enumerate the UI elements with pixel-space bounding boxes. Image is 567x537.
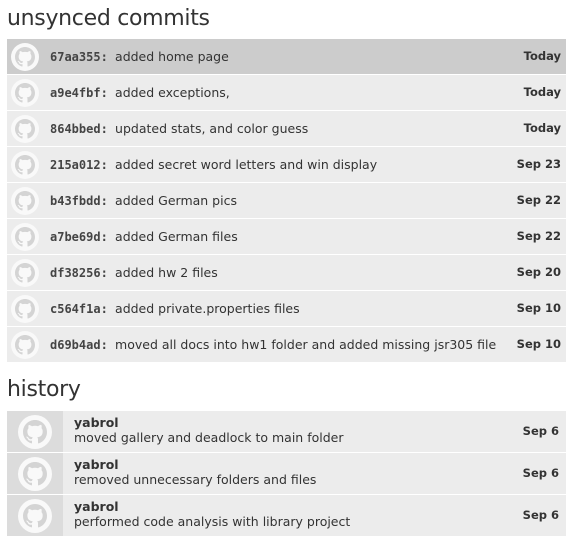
sha-separator: : [100,158,116,172]
avatar [7,453,63,494]
github-octocat-icon [18,456,52,491]
avatar [7,147,43,182]
unsynced-commit-row[interactable]: df38256: added hw 2 files Sep 20 [7,255,566,290]
avatar [7,255,43,290]
avatar [7,219,43,254]
commit-sha: c564f1a [50,302,101,316]
commit-message: updated stats, and color guess [115,121,309,136]
commit-summary: d69b4ad: moved all docs into hw1 folder … [50,337,566,352]
history-commit-text: yabrol moved gallery and deadlock to main… [63,411,344,452]
commit-message: added private.properties files [115,301,300,316]
history-heading: history [7,377,81,402]
commit-date: Sep 10 [516,337,561,351]
github-octocat-icon [11,42,39,71]
history-list: yabrol moved gallery and deadlock to main… [7,411,566,537]
commit-message: added secret word letters and win displa… [115,157,378,172]
commit-date: Today [523,85,561,99]
commit-date: Sep 22 [516,193,561,207]
commit-summary: 67aa355: added home page [50,49,566,64]
commit-date: Sep 6 [522,508,559,522]
github-octocat-icon [18,414,52,449]
sha-separator: : [100,302,116,316]
commit-date: Sep 20 [516,265,561,279]
unsynced-commit-row[interactable]: 864bbed: updated stats, and color guess T… [7,111,566,146]
commit-message: removed unnecessary folders and files [74,472,317,487]
avatar [7,39,43,74]
unsynced-commit-row[interactable]: 215a012: added secret word letters and w… [7,147,566,182]
commit-summary: 215a012: added secret word letters and w… [50,157,566,172]
commit-summary: a7be69d: added German files [50,229,566,244]
github-octocat-icon [18,498,52,533]
commit-sha: df38256 [50,266,101,280]
history-commit-row[interactable]: yabrol moved gallery and deadlock to main… [7,411,566,452]
github-octocat-icon [11,294,39,323]
unsynced-commits-list: 67aa355: added home page Today a9e4fbf: a… [7,39,566,363]
unsynced-commit-row[interactable]: a9e4fbf: added exceptions, Today [7,75,566,110]
commit-message: added German pics [115,193,237,208]
commit-sha: 215a012 [50,158,101,172]
commit-author: yabrol [74,457,119,472]
commit-message: added home page [115,49,229,64]
avatar [7,291,43,326]
commit-sha: b43fbdd [50,194,101,208]
commit-author: yabrol [74,415,119,430]
commit-message: moved all docs into hw1 folder and added… [115,337,497,352]
avatar [7,111,43,146]
sha-separator: : [100,338,116,352]
avatar [7,183,43,218]
commit-sha: a7be69d [50,230,101,244]
unsynced-commit-row[interactable]: 67aa355: added home page Today [7,39,566,74]
sha-separator: : [100,86,116,100]
commit-message: added hw 2 files [115,265,218,280]
unsynced-commit-row[interactable]: d69b4ad: moved all docs into hw1 folder … [7,327,566,362]
history-commit-text: yabrol performed code analysis with libra… [63,495,350,536]
commit-date: Sep 10 [516,301,561,315]
commit-summary: c564f1a: added private.properties files [50,301,566,316]
avatar [7,411,63,452]
github-octocat-icon [11,330,39,359]
history-commit-row[interactable]: yabrol performed code analysis with libra… [7,495,566,536]
sha-separator: : [100,194,116,208]
unsynced-commit-row[interactable]: a7be69d: added German files Sep 22 [7,219,566,254]
github-octocat-icon [11,222,39,251]
github-octocat-icon [11,78,39,107]
avatar [7,75,43,110]
commit-date: Today [523,121,561,135]
commit-summary: a9e4fbf: added exceptions, [50,85,566,100]
history-commit-row[interactable]: yabrol removed unnecessary folders and fi… [7,453,566,494]
github-octocat-icon [11,150,39,179]
commit-summary: df38256: added hw 2 files [50,265,566,280]
commit-message: performed code analysis with library pro… [74,514,351,529]
commit-sha: d69b4ad [50,338,101,352]
sha-separator: : [100,230,116,244]
github-octocat-icon [11,114,39,143]
commit-message: added exceptions, [115,85,230,100]
unsynced-commit-row[interactable]: b43fbdd: added German pics Sep 22 [7,183,566,218]
commit-author: yabrol [74,499,119,514]
commit-message: added German files [115,229,238,244]
unsynced-commits-heading: unsynced commits [7,6,210,31]
avatar [7,327,43,362]
github-octocat-icon [11,258,39,287]
sha-separator: : [100,122,116,136]
commit-sha: a9e4fbf [50,86,101,100]
avatar [7,495,63,536]
commit-sha: 864bbed [50,122,101,136]
github-octocat-icon [11,186,39,215]
commit-date: Today [523,49,561,63]
commit-date: Sep 6 [522,466,559,480]
commit-summary: 864bbed: updated stats, and color guess [50,121,566,136]
commit-date: Sep 23 [516,157,561,171]
sha-separator: : [100,50,116,64]
commit-sha: 67aa355 [50,50,101,64]
sha-separator: : [100,266,116,280]
commit-message: moved gallery and deadlock to main folde… [74,430,344,445]
history-commit-text: yabrol removed unnecessary folders and fi… [63,453,316,494]
commit-date: Sep 6 [522,424,559,438]
commit-summary: b43fbdd: added German pics [50,193,566,208]
commit-date: Sep 22 [516,229,561,243]
unsynced-commit-row[interactable]: c564f1a: added private.properties files S… [7,291,566,326]
